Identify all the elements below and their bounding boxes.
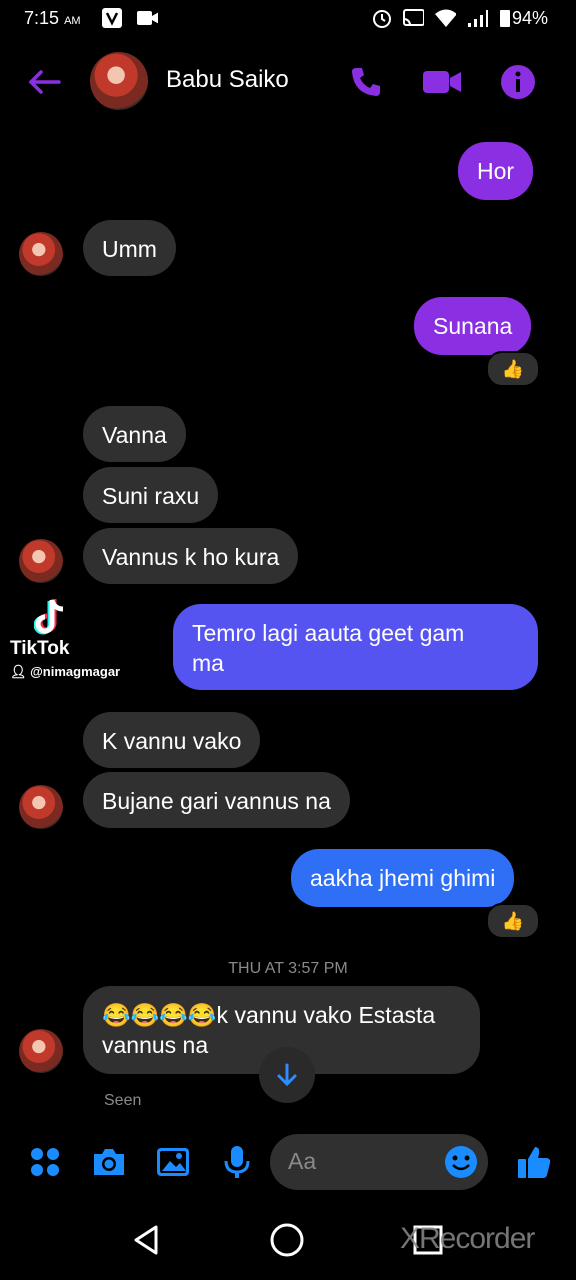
battery-percentage: 94% xyxy=(511,8,548,28)
status-time: 7:15 AM xyxy=(24,8,81,28)
message-timestamp: THU AT 3:57 PM xyxy=(228,960,348,977)
microphone-icon xyxy=(224,1146,250,1178)
video-camera-icon xyxy=(423,71,461,93)
arrow-down-icon xyxy=(277,1063,297,1087)
emoji-icon[interactable] xyxy=(444,1145,478,1179)
grid-dots-icon xyxy=(31,1148,59,1176)
tiktok-watermark: TikTok 👤︎ @nimagmagar xyxy=(8,598,138,688)
gallery-button[interactable] xyxy=(153,1142,193,1182)
message-input[interactable]: Aa xyxy=(270,1134,488,1190)
v-app-icon xyxy=(101,7,123,29)
outgoing-message[interactable]: Hor xyxy=(458,142,534,200)
tiktok-logo-icon xyxy=(34,599,64,635)
back-arrow-icon xyxy=(28,70,61,94)
camera-icon xyxy=(94,1149,124,1175)
xrecorder-watermark: XRecorder xyxy=(400,1222,535,1255)
message-line: 😂😂😂😂k vannu vako Estasta xyxy=(102,1002,436,1028)
outgoing-message[interactable]: Sunana xyxy=(414,297,532,355)
video-recorder-icon xyxy=(136,7,158,29)
thumbs-up-icon xyxy=(518,1147,551,1178)
alarm-icon xyxy=(371,7,393,29)
incoming-message[interactable]: Bujane gari vannus na xyxy=(83,772,350,828)
incoming-message[interactable]: Vanna xyxy=(83,406,186,462)
nav-home-button[interactable] xyxy=(265,1218,309,1262)
message-composer: Aa xyxy=(0,1128,576,1194)
tiktok-handle: 👤︎ @nimagmagar xyxy=(10,664,121,679)
contact-avatar[interactable] xyxy=(90,52,148,110)
voice-call-button[interactable] xyxy=(346,62,386,102)
back-button[interactable] xyxy=(24,62,64,102)
seen-status: Seen xyxy=(104,1092,142,1109)
video-call-button[interactable] xyxy=(422,62,462,102)
incoming-message[interactable]: Umm xyxy=(83,220,176,276)
scroll-to-bottom-button[interactable] xyxy=(259,1047,315,1103)
tiktok-logo-text: TikTok xyxy=(10,638,70,659)
contact-name[interactable]: Babu Saiko xyxy=(166,66,289,94)
sender-avatar xyxy=(19,785,63,829)
message-input-placeholder: Aa xyxy=(288,1148,317,1174)
triangle-back-icon xyxy=(134,1225,158,1255)
thumbs-up-reaction[interactable]: 👍 xyxy=(486,903,540,939)
phone-icon xyxy=(352,68,380,96)
status-bar: 7:15 AM 94% xyxy=(0,0,576,38)
sender-avatar xyxy=(19,1029,63,1073)
thumbs-up-reaction[interactable]: 👍 xyxy=(486,351,540,387)
outgoing-message[interactable]: Temro lagi aauta geet gam ma xyxy=(173,604,538,690)
sender-avatar xyxy=(19,232,63,276)
sender-avatar xyxy=(19,539,63,583)
voice-message-button[interactable] xyxy=(217,1142,257,1182)
incoming-message[interactable]: K vannu vako xyxy=(83,712,261,768)
nav-back-button[interactable] xyxy=(124,1218,168,1262)
circle-home-icon xyxy=(270,1223,304,1257)
wifi-icon xyxy=(434,7,456,29)
more-actions-button[interactable] xyxy=(25,1142,65,1182)
signal-icon xyxy=(466,7,488,29)
camera-button[interactable] xyxy=(89,1142,129,1182)
incoming-message[interactable]: Vannus k ho kura xyxy=(83,528,299,584)
message-line: ma xyxy=(192,650,224,676)
image-icon xyxy=(157,1148,189,1176)
cast-icon xyxy=(402,7,424,29)
like-button[interactable] xyxy=(514,1142,554,1182)
conversation-header: Babu Saiko xyxy=(0,40,576,120)
info-button[interactable] xyxy=(498,62,538,102)
outgoing-message[interactable]: aakha jhemi ghimi xyxy=(291,849,515,907)
info-icon xyxy=(501,65,535,99)
incoming-message[interactable]: Suni raxu xyxy=(83,467,219,523)
message-line: Temro lagi aauta geet gam xyxy=(192,620,465,646)
